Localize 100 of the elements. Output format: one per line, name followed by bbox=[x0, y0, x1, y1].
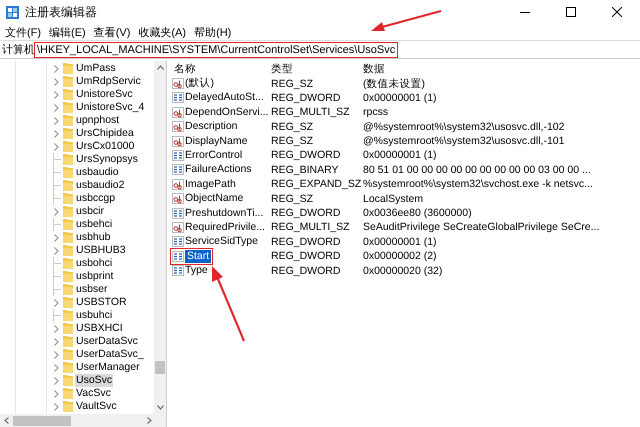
tree-item[interactable]: USBSTOR bbox=[75, 296, 128, 309]
menu-item[interactable]: 帮助(H) bbox=[190, 24, 236, 40]
scroll-right-icon[interactable] bbox=[147, 417, 152, 424]
tree-item[interactable]: usbprint bbox=[75, 270, 114, 283]
tree-item[interactable]: UmPass bbox=[75, 62, 117, 75]
value-name[interactable]: Start bbox=[185, 250, 212, 263]
value-type: REG_SZ bbox=[271, 120, 314, 133]
folder-icon bbox=[63, 193, 73, 204]
horizontal-scrollbar[interactable] bbox=[0, 414, 166, 427]
menu-item[interactable]: 编辑(E) bbox=[45, 24, 90, 40]
tree-item[interactable]: usbuhci bbox=[75, 309, 114, 322]
value-type: REG_DWORD bbox=[271, 264, 342, 277]
scroll-up-icon[interactable] bbox=[156, 65, 164, 70]
tree-item[interactable]: UserManager bbox=[75, 361, 141, 374]
value-name[interactable]: DelayedAutoSt... bbox=[185, 91, 264, 104]
address-field[interactable]: 计算机 \HKEY_LOCAL_MACHINE\SYSTEM\CurrentControlSet\Services\UsoSvc bbox=[2, 42, 640, 57]
value-name[interactable]: RequiredPrivile... bbox=[185, 220, 265, 234]
value-data: 0x00000001 (1) bbox=[363, 236, 438, 248]
scroll-left-icon[interactable] bbox=[4, 417, 9, 424]
value-name[interactable]: ErrorControl bbox=[185, 148, 242, 162]
column-header[interactable]: 类型 bbox=[271, 62, 363, 76]
value-name[interactable]: DisplayName bbox=[185, 134, 248, 148]
tree-item[interactable]: UnistoreSvc bbox=[75, 88, 134, 101]
folder-icon bbox=[63, 206, 73, 217]
tree-item[interactable]: UrsChipidea bbox=[75, 127, 135, 140]
value-name[interactable]: Description bbox=[185, 120, 238, 134]
value-type: REG_DWORD bbox=[271, 149, 342, 162]
value-name[interactable]: FailureActions bbox=[185, 163, 252, 176]
column-header[interactable]: 名称 bbox=[171, 62, 271, 76]
tree-item[interactable]: usbohci bbox=[75, 257, 114, 270]
value-name[interactable]: ServiceSidType bbox=[185, 235, 258, 248]
tree-item[interactable]: usbehci bbox=[75, 218, 114, 231]
folder-icon bbox=[63, 128, 73, 139]
tree-item[interactable]: usbaudio2 bbox=[75, 179, 126, 192]
tree-item[interactable]: USBHUB3 bbox=[75, 244, 127, 257]
folder-icon bbox=[63, 362, 73, 373]
tree-item[interactable]: usbcir bbox=[75, 205, 106, 218]
value-type: REG_SZ bbox=[271, 78, 314, 90]
tree-item[interactable]: upnphost bbox=[75, 114, 120, 127]
tree-item[interactable]: usbccgp bbox=[75, 192, 116, 205]
value-data: 0x00000001 (1) bbox=[363, 92, 438, 104]
tree-item[interactable]: UmRdpServic bbox=[75, 75, 142, 88]
folder-icon bbox=[63, 141, 73, 152]
value-type: REG_DWORD bbox=[271, 236, 342, 248]
folder-icon bbox=[63, 258, 73, 269]
value-type: REG_SZ bbox=[271, 192, 314, 205]
value-data: SeAuditPrivilege SeCreateGlobalPrivilege SeCre... bbox=[363, 221, 600, 234]
value-name[interactable]: ObjectName bbox=[185, 192, 244, 206]
value-data: @%systemroot%\system32\usosvc.dll,-101 bbox=[363, 135, 566, 148]
tree-item[interactable]: usbhub bbox=[75, 231, 112, 244]
column-header[interactable]: 数据 bbox=[363, 62, 640, 76]
tree-item[interactable]: USBXHCI bbox=[75, 322, 124, 335]
tree-item[interactable]: usbser bbox=[75, 283, 109, 296]
menu-item[interactable]: 收藏夹(A) bbox=[134, 24, 190, 40]
tree-item[interactable]: UrsSynopsys bbox=[75, 153, 139, 166]
value-type: REG_DWORD bbox=[271, 92, 342, 104]
tree-item[interactable]: UserDataSvc_ bbox=[75, 348, 145, 361]
menu-item[interactable]: 文件(F) bbox=[1, 24, 46, 40]
value-data: 80 51 01 00 00 00 00 00 00 00 00 00 03 00 00 ... bbox=[363, 164, 592, 176]
close-icon bbox=[612, 7, 622, 17]
value-name[interactable]: PreshutdownTi... bbox=[185, 206, 264, 220]
value-type: REG_MULTI_SZ bbox=[271, 106, 351, 118]
annotation-arrow bbox=[370, 10, 442, 32]
folder-icon bbox=[63, 297, 73, 308]
tree-item[interactable]: UnistoreSvc_4 bbox=[75, 101, 146, 114]
value-data: LocalSystem bbox=[363, 192, 424, 205]
folder-icon bbox=[63, 167, 73, 178]
tree-item[interactable]: usbaudio bbox=[75, 166, 120, 179]
value-data: 0x00000002 (2) bbox=[363, 250, 438, 262]
tree-item[interactable]: UserDataSvc bbox=[75, 335, 139, 348]
folder-icon bbox=[63, 154, 73, 165]
scroll-thumb[interactable] bbox=[155, 361, 165, 374]
value-name[interactable]: ImagePath bbox=[185, 178, 236, 191]
value-type: REG_DWORD bbox=[271, 250, 342, 262]
key-path: \HKEY_LOCAL_MACHINE\SYSTEM\CurrentControlSet\Services\UsoSvc bbox=[35, 42, 398, 56]
folder-icon bbox=[63, 232, 73, 243]
tree-item[interactable]: VacSvc bbox=[75, 387, 112, 400]
value-type: REG_DWORD bbox=[271, 207, 342, 220]
value-type: REG_BINARY bbox=[271, 164, 340, 176]
scroll-thumb[interactable] bbox=[13, 416, 71, 426]
menu-item[interactable]: 查看(V) bbox=[90, 24, 134, 40]
tree-item[interactable]: VaultSvc bbox=[75, 400, 118, 413]
folder-icon bbox=[63, 336, 73, 347]
folder-icon bbox=[63, 245, 73, 256]
folder-icon bbox=[63, 375, 73, 386]
value-name[interactable]: DependOnServi... bbox=[185, 106, 268, 119]
folder-icon bbox=[63, 63, 73, 74]
folder-icon bbox=[63, 219, 73, 230]
vertical-scrollbar[interactable] bbox=[154, 61, 166, 414]
scroll-down-icon[interactable] bbox=[156, 405, 164, 410]
value-data: rpcss bbox=[363, 106, 390, 118]
tree-item[interactable]: UsoSvc bbox=[75, 374, 114, 387]
value-name[interactable]: Type bbox=[185, 264, 208, 278]
folder-icon bbox=[63, 388, 73, 399]
folder-icon bbox=[63, 349, 73, 360]
value-data: %systemroot%\system32\svchost.exe -k netsvc... bbox=[363, 178, 594, 190]
tree-item[interactable]: UrsCx01000 bbox=[75, 140, 136, 153]
registry-app-icon bbox=[6, 6, 19, 18]
value-name[interactable]: (默认) bbox=[185, 77, 214, 90]
folder-icon bbox=[63, 310, 73, 321]
